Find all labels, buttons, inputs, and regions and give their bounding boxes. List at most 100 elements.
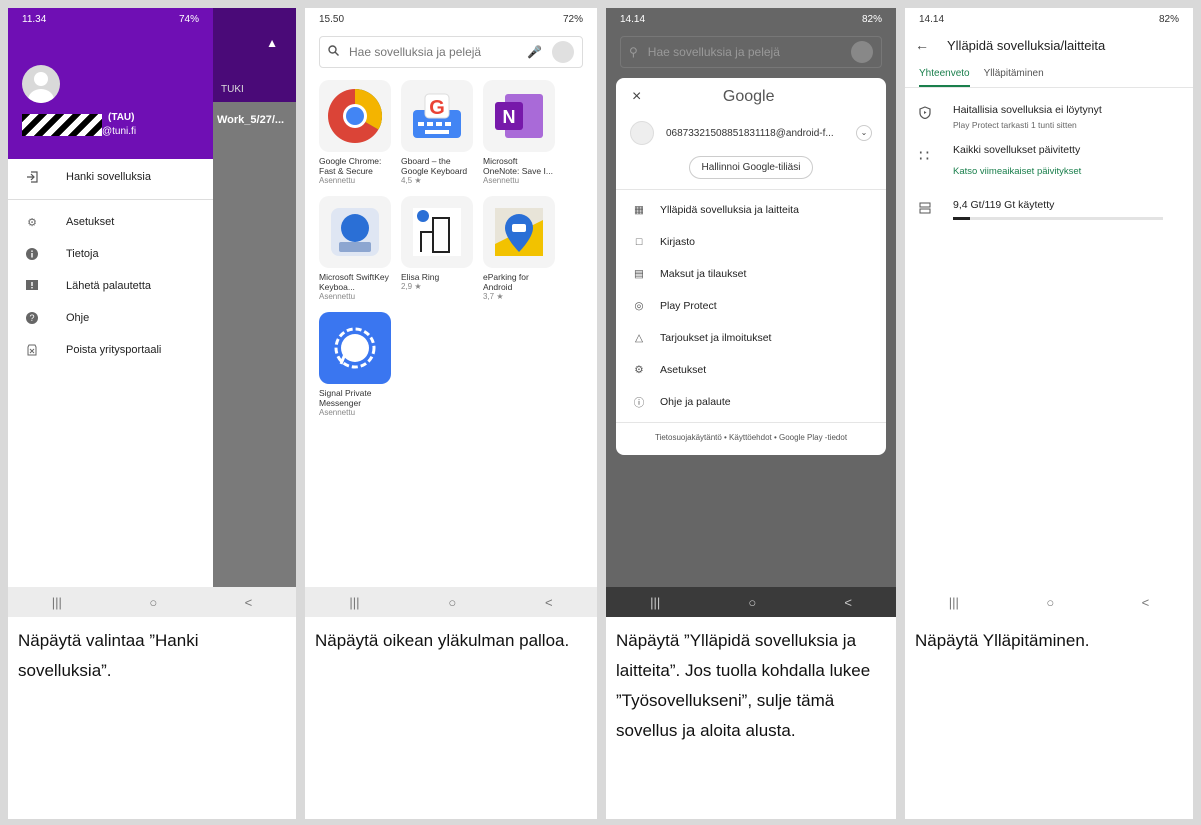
mic-icon[interactable]: 🎤 — [527, 45, 542, 59]
svg-text:N: N — [503, 107, 516, 127]
help-icon: ⓘ — [633, 396, 645, 409]
play-protect-summary[interactable]: Haitallisia sovelluksia ei löytynyt Play… — [905, 104, 1193, 130]
system-navbar: ||| ○ < — [8, 587, 296, 617]
status-time: 14.14 — [620, 13, 646, 25]
app-name: Microsoft SwiftKey Keyboa... — [319, 272, 389, 292]
instruction-grid: ▲ TUKI Work_5/27/... 11.34 74% (TAU) @tu… — [0, 0, 1201, 825]
recent-apps-button[interactable]: ||| — [52, 595, 62, 610]
menu-label: Ohje ja palaute — [660, 396, 731, 408]
menu-label: Tietoja — [66, 248, 99, 260]
search-icon — [328, 45, 339, 59]
app-card[interactable]: Microsoft SwiftKey Keyboa... Asennettu — [319, 196, 391, 302]
panel-3: 14.14 82% ⚲ Hae sovelluksia ja pelejä × … — [606, 8, 896, 819]
app-name: Elisa Ring — [401, 272, 440, 282]
app-name: Google Chrome: Fast & Secure — [319, 156, 382, 176]
chrome-icon — [319, 80, 391, 152]
app-status: Asennettu — [319, 408, 356, 417]
drawer-header: 11.34 74% (TAU) @tuni.fi — [8, 8, 213, 159]
account-avatar — [630, 121, 654, 145]
back-button[interactable]: < — [1142, 595, 1150, 610]
chevron-down-icon[interactable]: ⌄ — [856, 125, 872, 141]
status-bar: 14.14 82% — [606, 8, 896, 30]
menu-settings[interactable]: ⚙ Asetukset — [8, 206, 213, 238]
account-avatar-button[interactable] — [552, 41, 574, 63]
home-button[interactable]: ○ — [1046, 595, 1054, 610]
status-battery: 74% — [178, 13, 199, 25]
storage-progress-bar — [953, 217, 1163, 220]
svg-text:G: G — [429, 97, 445, 119]
recent-apps-button[interactable]: ||| — [349, 595, 359, 610]
menu-payments[interactable]: ▤ Maksut ja tilaukset — [616, 258, 886, 290]
home-button[interactable]: ○ — [149, 595, 157, 610]
manage-account-button[interactable]: Hallinnoi Google-tiliäsi — [688, 156, 814, 179]
legal-links[interactable]: Tietosuojakäytäntö • Käyttöehdot • Googl… — [616, 423, 886, 442]
app-status: Asennettu — [319, 176, 356, 185]
home-button[interactable]: ○ — [748, 595, 756, 610]
status-time: 15.50 — [319, 13, 345, 25]
support-tab[interactable]: TUKI — [221, 84, 244, 95]
menu-settings[interactable]: ⚙ Asetukset — [616, 354, 886, 386]
phone-screen-4: 14.14 82% ← Ylläpidä sovelluksia/laittei… — [905, 8, 1193, 617]
home-button[interactable]: ○ — [448, 595, 456, 610]
account-id: 06873321508851831118@android-f... — [666, 127, 834, 139]
menu-remove-portal[interactable]: Poista yritysportaali — [8, 334, 213, 366]
app-name: eParking for Android — [483, 272, 529, 292]
panel-4: 14.14 82% ← Ylläpidä sovelluksia/laittei… — [905, 8, 1193, 819]
storage-icon — [919, 199, 937, 220]
feedback-icon — [22, 279, 42, 293]
folder-icon: □ — [635, 236, 643, 248]
gear-icon: ⚙ — [634, 364, 644, 376]
app-card[interactable]: eParking for Android 3,7 ★ — [483, 196, 555, 302]
background-app: ▲ TUKI Work_5/27/... — [213, 8, 296, 587]
app-card[interactable]: Google Chrome: Fast & Secure Asennettu — [319, 80, 391, 186]
back-button[interactable]: < — [545, 595, 553, 610]
status-time: 11.34 — [22, 13, 47, 25]
status-battery: 82% — [861, 13, 882, 25]
tab-manage[interactable]: Ylläpitäminen — [984, 68, 1044, 87]
account-menu-dialog: × Google 06873321508851831118@android-f.… — [616, 78, 886, 455]
close-icon[interactable]: × — [632, 88, 641, 106]
phone-screen-3: 14.14 82% ⚲ Hae sovelluksia ja pelejä × … — [606, 8, 896, 617]
menu-manage-apps[interactable]: ▦ Ylläpidä sovelluksia ja laitteita — [616, 194, 886, 226]
recent-apps-button[interactable]: ||| — [650, 595, 660, 610]
menu-get-apps[interactable]: Hanki sovelluksia — [8, 161, 213, 193]
storage-progress-fill — [953, 217, 970, 220]
back-button[interactable]: < — [844, 595, 852, 610]
menu-info[interactable]: Tietoja — [8, 238, 213, 270]
work-item: Work_5/27/... — [217, 114, 285, 126]
onenote-icon: N — [483, 80, 555, 152]
status-battery: 72% — [562, 13, 583, 25]
app-card[interactable]: G Gboard – the Google Keyboard 4,5 ★ — [401, 80, 473, 186]
storage-text: 9,4 Gt/119 Gt käytetty — [953, 199, 1055, 211]
app-status: Asennettu — [319, 292, 356, 301]
tab-overview[interactable]: Yhteenveto — [919, 68, 970, 87]
storage-summary[interactable]: 9,4 Gt/119 Gt käytetty — [905, 199, 1193, 220]
menu-feedback[interactable]: Lähetä palautetta — [8, 270, 213, 302]
app-card[interactable]: N Microsoft OneNote: Save I... Asennettu — [483, 80, 555, 186]
app-card[interactable]: Elisa Ring 2,9 ★ — [401, 196, 473, 302]
tab-bar: Yhteenveto Ylläpitäminen — [905, 60, 1193, 88]
menu-help[interactable]: ⓘ Ohje ja palaute — [616, 386, 886, 418]
gear-icon: ⚙ — [27, 216, 37, 229]
bell-icon[interactable]: ▲ — [266, 36, 278, 50]
search-bar[interactable]: Hae sovelluksia ja pelejä 🎤 — [319, 36, 583, 68]
menu-label: Tarjoukset ja ilmoitukset — [660, 332, 772, 344]
menu-offers[interactable]: △ Tarjoukset ja ilmoitukset — [616, 322, 886, 354]
help-icon: ? — [22, 311, 42, 325]
app-list: Google Chrome: Fast & Secure Asennettu G… — [305, 68, 597, 418]
app-name: Gboard – the Google Keyboard — [401, 156, 468, 176]
page-title: Ylläpidä sovelluksia/laitteita — [947, 37, 1106, 53]
menu-play-protect[interactable]: ◎ Play Protect — [616, 290, 886, 322]
app-card[interactable]: Signal Private Messenger Asennettu — [319, 312, 391, 418]
arrow-back-icon[interactable]: ← — [915, 37, 929, 53]
recent-updates-link[interactable]: Katso viimeaikaiset päivitykset — [953, 166, 1081, 177]
system-navbar: ||| ○ < — [905, 587, 1193, 617]
recent-apps-button[interactable]: ||| — [949, 595, 959, 610]
back-button[interactable]: < — [245, 595, 253, 610]
menu-library[interactable]: □ Kirjasto — [616, 226, 886, 258]
status-bar: 14.14 82% — [905, 8, 1193, 30]
menu-help[interactable]: ? Ohje — [8, 302, 213, 334]
caption-1: Näpäytä valintaa ”Hanki sovelluksia”. — [18, 631, 199, 680]
phone-screen-1: ▲ TUKI Work_5/27/... 11.34 74% (TAU) @tu… — [8, 8, 296, 617]
account-avatar — [851, 41, 873, 63]
